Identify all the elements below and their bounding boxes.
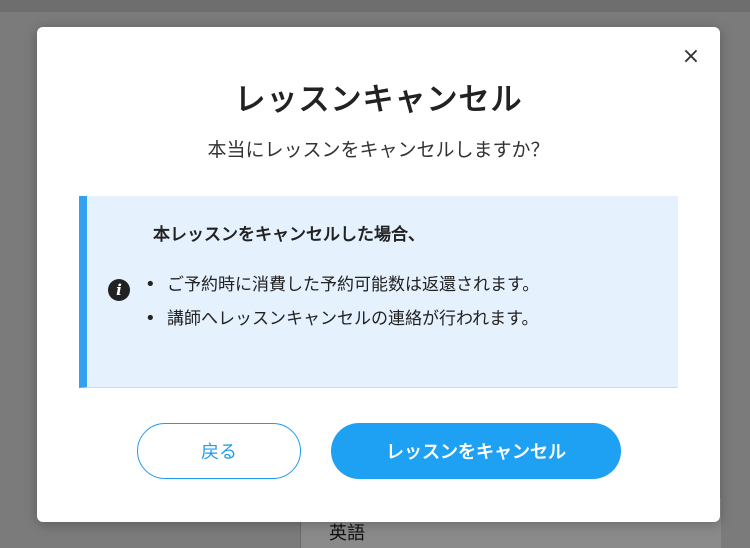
info-list: ご予約時に消費した予約可能数は返還されます。 講師へレッスンキャンセルの連絡が行… [143,272,539,340]
backdrop-top-bar [0,0,750,12]
backdrop-language-label: 英語 [329,523,365,544]
info-notice-box: 本レッスンをキャンセルした場合、 i ご予約時に消費した予約可能数は返還されます… [79,196,678,388]
cancel-lesson-button[interactable]: レッスンをキャンセル [331,423,621,479]
back-button[interactable]: 戻る [137,423,301,479]
info-list-item: 講師へレッスンキャンセルの連絡が行われます。 [143,306,539,340]
dialog-subtitle: 本当にレッスンをキャンセルしますか？ [207,139,550,161]
info-list-item: ご予約時に消費した予約可能数は返還されます。 [143,272,539,306]
close-icon[interactable]: × [679,45,703,69]
cancel-lesson-dialog: × レッスンキャンセル 本当にレッスンをキャンセルしますか？ 本レッスンをキャン… [37,27,720,522]
info-icon: i [108,279,130,301]
info-heading: 本レッスンをキャンセルした場合、 [153,225,425,245]
dialog-title: レッスンキャンセル [234,82,523,118]
